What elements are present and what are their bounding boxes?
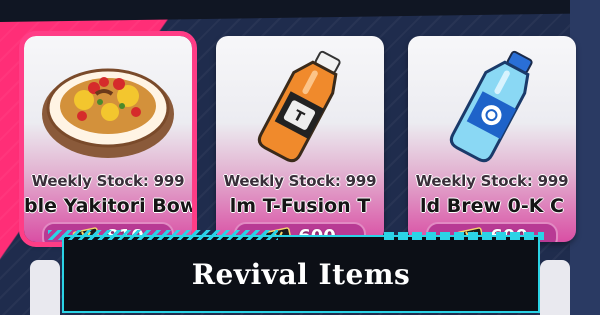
next-row-card bbox=[540, 260, 570, 315]
shop-item-card[interactable]: Weekly Stock: 999 ble Yakitori Bow 810 bbox=[19, 31, 197, 247]
weekly-stock-label: Weekly Stock: 999 bbox=[415, 172, 569, 190]
blue-water-bottle-icon bbox=[449, 50, 533, 163]
yakitori-bowl-icon bbox=[42, 68, 174, 158]
shop-item-card[interactable]: T Weekly Stock: 999 lm T-Fusion T 600 bbox=[216, 36, 384, 242]
item-name: ble Yakitori Bow bbox=[24, 195, 192, 217]
item-name: ld Brew 0-K C bbox=[419, 195, 565, 217]
weekly-stock-label: Weekly Stock: 999 bbox=[223, 172, 377, 190]
shop-item-card[interactable]: Weekly Stock: 999 ld Brew 0-K C 600 bbox=[408, 36, 576, 242]
page-title: Revival Items bbox=[191, 257, 411, 291]
item-name: lm T-Fusion T bbox=[229, 195, 371, 217]
orange-drink-bottle-icon: T bbox=[257, 50, 341, 163]
weekly-stock-label: Weekly Stock: 999 bbox=[31, 172, 185, 190]
next-row-card bbox=[30, 260, 60, 315]
